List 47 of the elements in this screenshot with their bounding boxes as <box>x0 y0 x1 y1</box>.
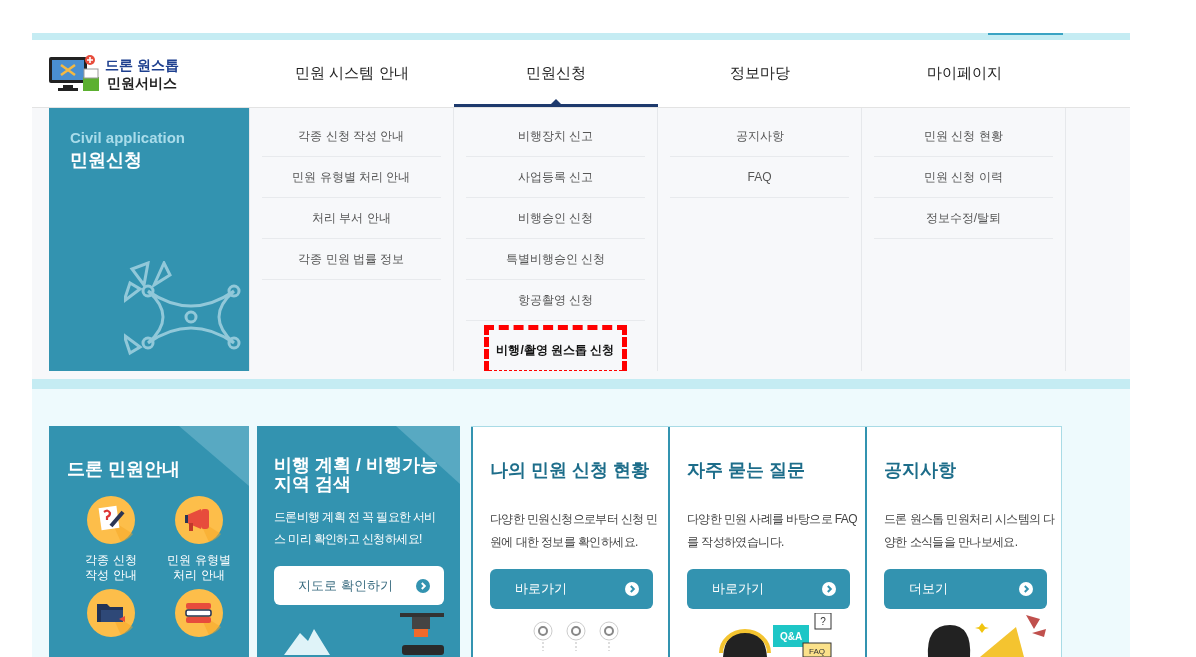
go-button[interactable]: 바로가기 <box>687 569 850 609</box>
card-title: 자주 묻는 질문 <box>687 459 806 482</box>
card-description: 드론 원스톱 민원처리 시스템의 다양한 소식들을 만나보세요. <box>884 511 1055 551</box>
go-button[interactable]: 더보기 <box>884 569 1047 609</box>
books-icon <box>175 589 223 637</box>
nav-tab[interactable]: 마이페이지 <box>862 40 1066 107</box>
folder-icon <box>87 589 135 637</box>
card-description: 다양한 민원신청으로부터 신청 민원에 대한 정보를 확인하세요. <box>490 511 659 551</box>
submenu-link[interactable]: 비행/촬영 원스톱 신청 <box>484 325 627 371</box>
panel-subtitle: Civil application <box>70 128 187 148</box>
go-button[interactable]: 바로가기 <box>490 569 653 609</box>
chevron-circle-icon <box>1019 582 1033 596</box>
submenu-link[interactable]: FAQ <box>670 157 849 198</box>
card-title: 드론 민원안내 <box>67 458 181 481</box>
submenu-link[interactable]: 처리 부서 안내 <box>262 198 441 239</box>
map-button[interactable]: 지도로 확인하기 <box>274 566 444 605</box>
submenu-link[interactable]: 각종 민원 법률 정보 <box>262 239 441 280</box>
submenu-link[interactable]: 특별비행승인 신청 <box>466 239 645 280</box>
submenu-link[interactable]: 공지사항 <box>670 116 849 157</box>
chevron-circle-icon <box>625 582 639 596</box>
card-description: 다양한 민원 사례를 바탕으로 FAQ를 작성하였습니다. <box>687 511 858 551</box>
card-title: 나의 민원 신청 현황 <box>490 459 650 482</box>
submenu-link[interactable]: 민원 신청 현황 <box>874 116 1053 157</box>
submenu-link[interactable]: 비행승인 신청 <box>466 198 645 239</box>
logo-title[interactable]: 드론 원스톱 <box>105 55 179 74</box>
panel-title: 민원신청 <box>70 149 143 172</box>
submenu-link[interactable]: 항공촬영 신청 <box>466 280 645 321</box>
form-icon <box>87 496 135 544</box>
help-desk-drawing: Q&A ? FAQ <box>717 613 837 657</box>
monitor-drone-icon <box>49 54 99 93</box>
chevron-circle-icon <box>822 582 836 596</box>
submenu-link[interactable]: 민원 유형별 처리 안내 <box>262 157 441 198</box>
nav-tab[interactable]: 정보마당 <box>658 40 862 107</box>
guide-link[interactable]: 각종 신청 작성 안내 <box>85 553 137 583</box>
submenu-link[interactable]: 각종 신청 작성 안내 <box>262 116 441 157</box>
submenu-link[interactable]: 사업등록 신고 <box>466 157 645 198</box>
submenu-link[interactable]: 비행장치 신고 <box>466 116 645 157</box>
chevron-circle-icon <box>416 578 430 593</box>
submenu-link[interactable]: 민원 신청 이력 <box>874 157 1053 198</box>
card-title: 비행 계획 / 비행가능 지역 검색 <box>274 456 439 494</box>
megaphone-icon <box>175 496 223 544</box>
logo-subtitle[interactable]: 민원서비스 <box>105 73 179 92</box>
guide-link[interactable]: 민원 유형별 처리 안내 <box>167 553 231 583</box>
card-description: 드론비행 계획 전 꼭 필요한 서비스 미리 확인하고 신청하세요! <box>274 509 437 548</box>
nav-tab[interactable]: 민원 시스템 안내 <box>250 40 454 107</box>
submenu-link[interactable]: 정보수정/탈퇴 <box>874 198 1053 239</box>
card-title: 공지사항 <box>884 459 957 482</box>
